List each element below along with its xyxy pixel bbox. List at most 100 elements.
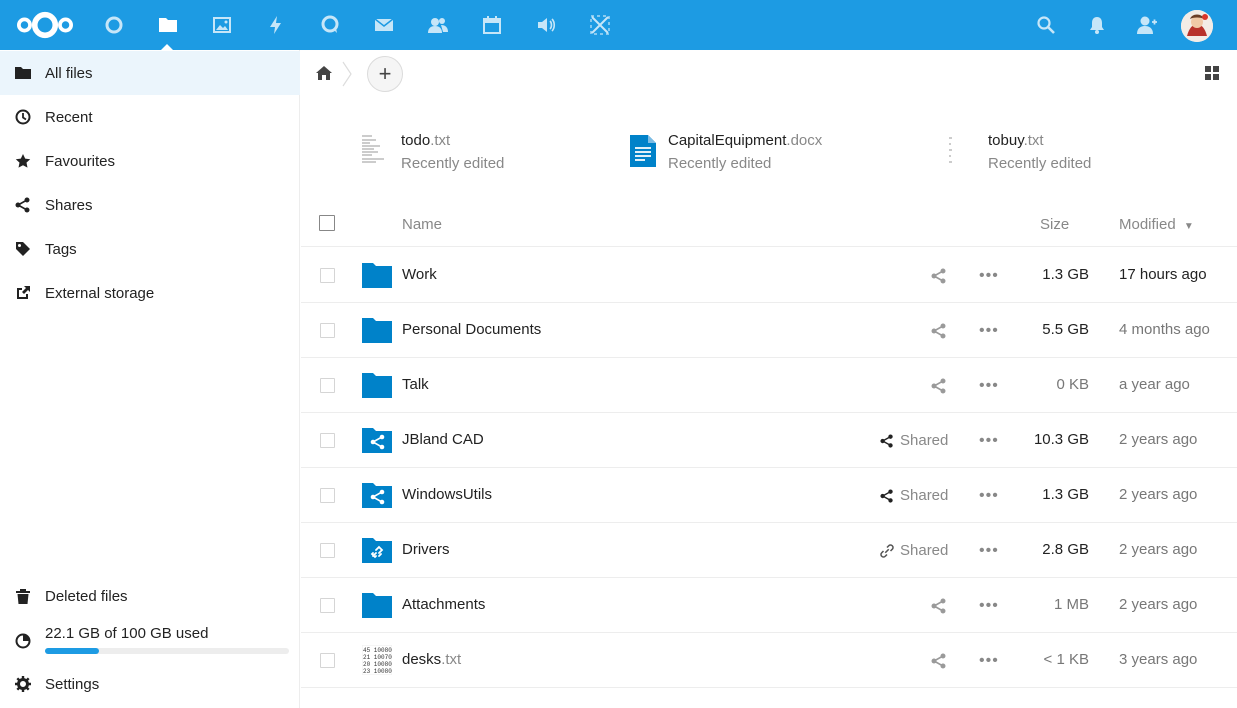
shared-label: Shared xyxy=(900,542,949,559)
file-row[interactable]: JBland CAD Shared ••• 10.3 GB 2 years ago xyxy=(301,413,1237,468)
share-icon[interactable] xyxy=(931,598,947,614)
file-row[interactable]: WindowsUtils Shared ••• 1.3 GB 2 years ago xyxy=(301,468,1237,523)
file-modified: 17 hours ago xyxy=(1119,266,1207,283)
file-name[interactable]: Personal Documents xyxy=(402,321,541,338)
user-avatar[interactable] xyxy=(1181,10,1213,42)
recent-file-card[interactable]: tobuy.txt Recently edited xyxy=(947,128,1197,174)
mail-icon[interactable] xyxy=(357,0,411,50)
shared-label: Shared xyxy=(900,432,949,449)
column-header-size[interactable]: Size xyxy=(1040,216,1069,233)
more-actions-icon[interactable]: ••• xyxy=(979,377,999,395)
more-actions-icon[interactable]: ••• xyxy=(979,432,999,450)
files-icon[interactable] xyxy=(141,0,195,50)
sidebar-item-all-files[interactable]: All files xyxy=(0,51,300,95)
new-file-button[interactable]: + xyxy=(367,56,403,92)
sidebar-item-label: External storage xyxy=(45,284,155,302)
talk-icon[interactable] xyxy=(303,0,357,50)
integrations-icon[interactable] xyxy=(573,0,627,50)
file-modified: 2 years ago xyxy=(1119,431,1198,448)
external-link-icon xyxy=(17,286,30,299)
sidebar-item-label: Settings xyxy=(45,675,100,693)
file-name[interactable]: WindowsUtils xyxy=(402,486,492,503)
navigation-sidebar: All files Recent Favourites Shares Tags … xyxy=(0,50,300,708)
quota-progress-fill xyxy=(45,648,99,654)
document-icon xyxy=(630,135,656,167)
home-icon[interactable] xyxy=(316,65,332,81)
shared-status-button[interactable]: Shared xyxy=(880,432,948,449)
column-header-modified[interactable]: Modified ▼ xyxy=(1119,216,1194,233)
file-row[interactable]: Drivers Shared ••• 2.8 GB 2 years ago xyxy=(301,523,1237,578)
grid-view-toggle-icon[interactable] xyxy=(1205,66,1219,80)
share-icon[interactable] xyxy=(931,378,947,394)
recent-file-name: tobuy.txt xyxy=(988,132,1044,149)
recent-file-card[interactable]: todo.txt Recently edited xyxy=(360,128,610,174)
sidebar-item-tags[interactable]: Tags xyxy=(0,227,300,271)
sidebar-item-favourites[interactable]: Favourites xyxy=(0,139,300,183)
recent-file-name: todo.txt xyxy=(401,132,451,149)
column-header-name[interactable]: Name xyxy=(402,216,442,233)
folder-icon xyxy=(362,318,392,343)
file-row[interactable]: Talk ••• 0 KB a year ago xyxy=(301,358,1237,413)
row-checkbox[interactable] xyxy=(320,598,335,613)
file-name[interactable]: Drivers xyxy=(402,541,450,558)
file-row[interactable]: Work ••• 1.3 GB 17 hours ago xyxy=(301,248,1237,303)
more-actions-icon[interactable]: ••• xyxy=(979,267,999,285)
file-name[interactable]: desks.txt xyxy=(402,651,461,668)
activity-icon[interactable] xyxy=(249,0,303,50)
row-checkbox[interactable] xyxy=(320,488,335,503)
dashboard-icon[interactable] xyxy=(87,0,141,50)
more-actions-icon[interactable]: ••• xyxy=(979,542,999,560)
photos-icon[interactable] xyxy=(195,0,249,50)
nextcloud-logo-icon[interactable] xyxy=(10,0,80,50)
sidebar-item-label: Recent xyxy=(45,108,93,126)
share-icon[interactable] xyxy=(931,653,947,669)
share-icon[interactable] xyxy=(931,268,947,284)
svg-text:23 10080: 23 10080 xyxy=(363,668,392,675)
announcements-icon[interactable] xyxy=(519,0,573,50)
file-row[interactable]: Personal Documents ••• 5.5 GB 4 months ago xyxy=(301,303,1237,358)
file-size: 1.3 GB xyxy=(1042,266,1089,283)
row-checkbox[interactable] xyxy=(320,653,335,668)
svg-text:45 10080: 45 10080 xyxy=(363,647,392,654)
search-icon[interactable] xyxy=(1019,0,1073,50)
row-checkbox[interactable] xyxy=(320,268,335,283)
sidebar-item-shares[interactable]: Shares xyxy=(0,183,300,227)
calendar-icon[interactable] xyxy=(465,0,519,50)
shared-folder-icon xyxy=(362,428,392,453)
sidebar-item-settings[interactable]: Settings xyxy=(0,662,300,706)
plus-icon: + xyxy=(378,61,392,86)
file-name[interactable]: Attachments xyxy=(402,596,485,613)
sidebar-item-recent[interactable]: Recent xyxy=(0,95,300,139)
row-checkbox[interactable] xyxy=(320,543,335,558)
star-icon xyxy=(15,154,31,168)
file-name[interactable]: JBland CAD xyxy=(402,431,484,448)
file-size: 1.3 GB xyxy=(1042,486,1089,503)
shared-status-button[interactable]: Shared xyxy=(880,542,948,559)
file-row[interactable]: 45 10080 21 10070 20 10080 23 10080 desks.tx… xyxy=(301,633,1237,688)
more-actions-icon[interactable]: ••• xyxy=(979,487,999,505)
contacts-menu-icon[interactable] xyxy=(1120,0,1174,50)
select-all-checkbox[interactable] xyxy=(319,215,335,231)
file-name[interactable]: Work xyxy=(402,266,437,283)
sidebar-item-deleted-files[interactable]: Deleted files xyxy=(0,574,300,618)
row-checkbox[interactable] xyxy=(320,378,335,393)
recent-file-status: Recently edited xyxy=(668,155,772,172)
contacts-icon[interactable] xyxy=(411,0,465,50)
more-actions-icon[interactable]: ••• xyxy=(979,652,999,670)
row-checkbox[interactable] xyxy=(320,433,335,448)
notifications-icon[interactable] xyxy=(1070,0,1124,50)
file-row[interactable]: Attachments ••• 1 MB 2 years ago xyxy=(301,578,1237,633)
file-size: 5.5 GB xyxy=(1042,321,1089,338)
sidebar-item-external-storage[interactable]: External storage xyxy=(0,271,300,315)
share-icon[interactable] xyxy=(931,323,947,339)
more-actions-icon[interactable]: ••• xyxy=(979,597,999,615)
file-name[interactable]: Talk xyxy=(402,376,429,393)
file-modified: 2 years ago xyxy=(1119,486,1198,503)
folder-icon xyxy=(15,67,31,79)
more-actions-icon[interactable]: ••• xyxy=(979,322,999,340)
files-main-area: + todo.txt Recently edited CapitalEquipm… xyxy=(301,50,1237,708)
recent-file-card[interactable]: CapitalEquipment.docx Recently edited xyxy=(627,128,907,174)
row-checkbox[interactable] xyxy=(320,323,335,338)
shared-status-button[interactable]: Shared xyxy=(880,487,948,504)
gear-icon xyxy=(15,676,31,692)
